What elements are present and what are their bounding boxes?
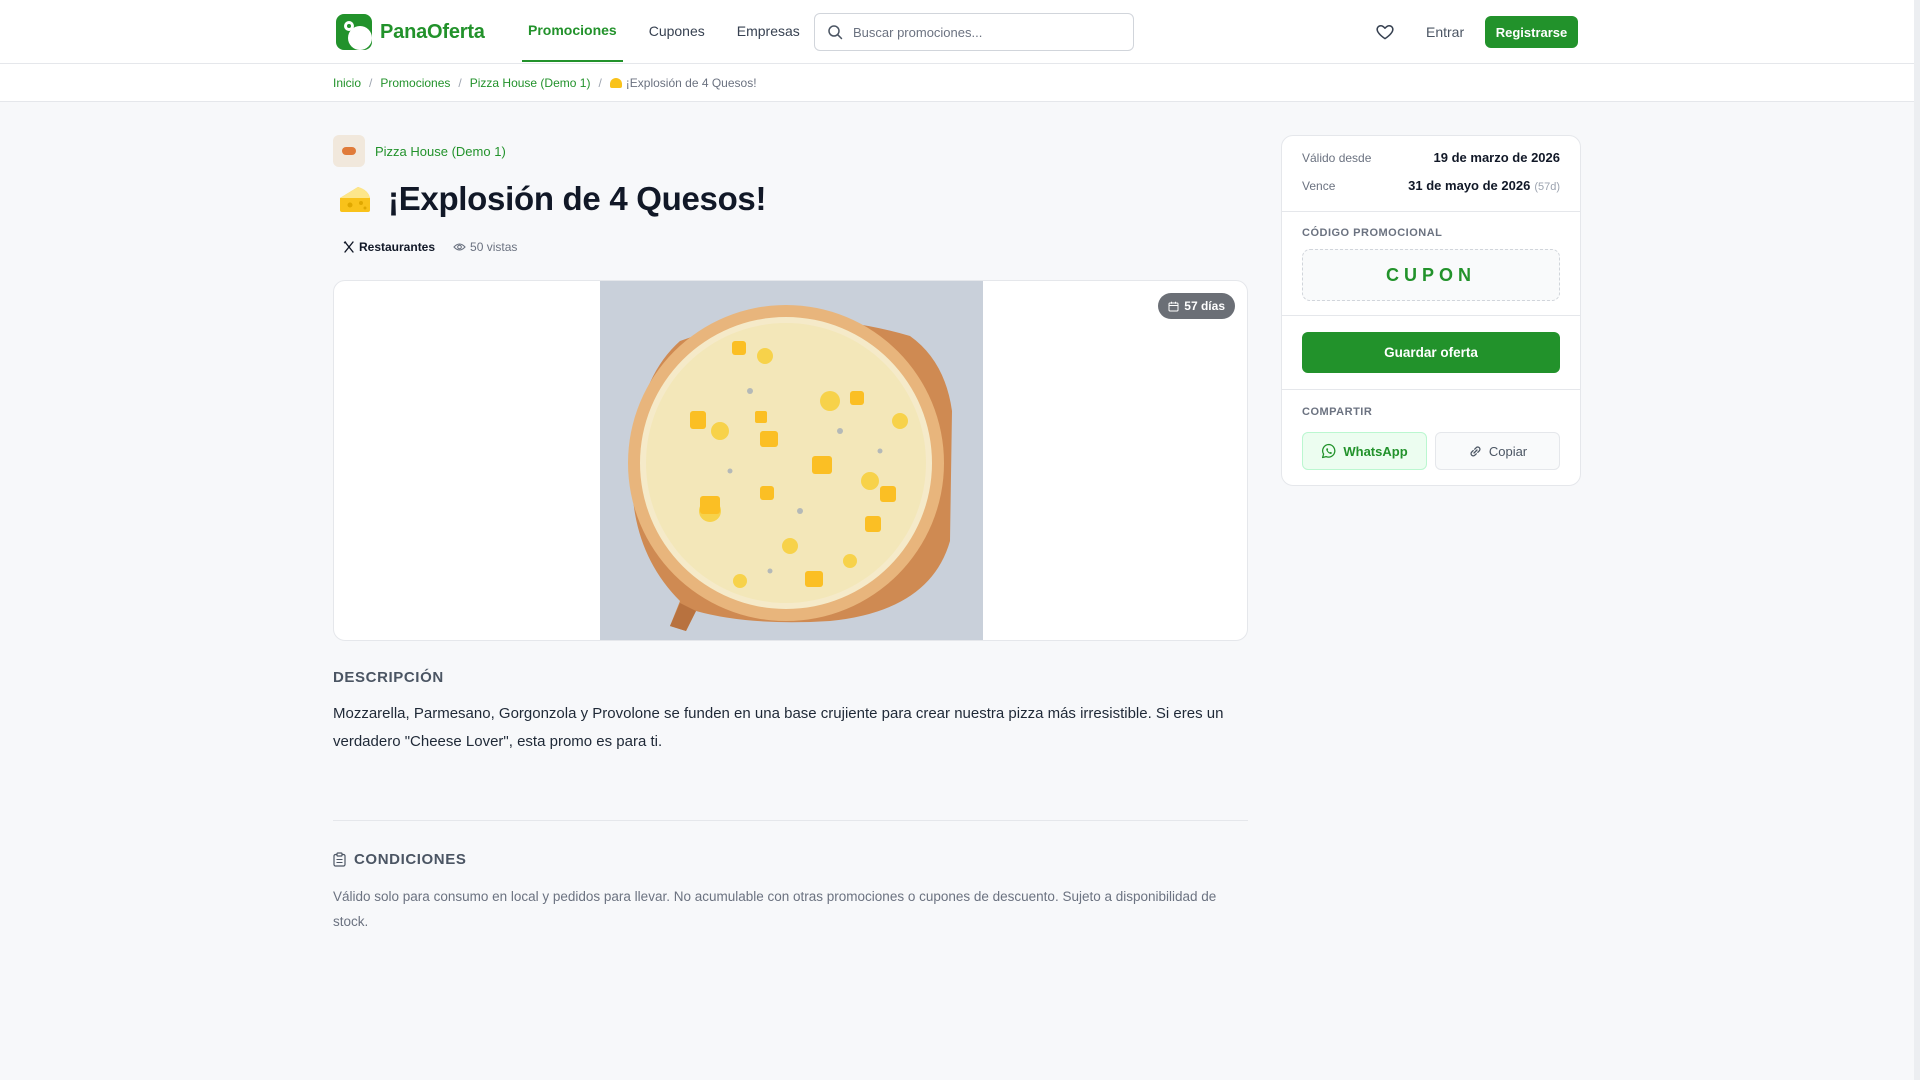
breadcrumb-promociones[interactable]: Promociones [380, 76, 450, 90]
link-icon [1470, 445, 1481, 456]
eye-icon [453, 243, 466, 251]
whatsapp-label: WhatsApp [1343, 443, 1408, 459]
top-navbar: PanaOferta Promociones Cupones Empresas … [0, 0, 1914, 64]
offer-meta: Restaurantes 50 vistas [343, 240, 517, 254]
whatsapp-icon [1322, 443, 1336, 459]
section-divider [333, 820, 1248, 821]
expires-date: 31 de mayo de 2026 [1408, 178, 1531, 193]
days-left-badge: 57 días [1158, 293, 1235, 319]
nav-cupones[interactable]: Cupones [643, 0, 711, 61]
calendar-icon [1168, 301, 1179, 311]
promo-code-heading: CÓDIGO PROMOCIONAL [1302, 227, 1443, 239]
description-text: Mozzarella, Parmesano, Gorgonzola y Prov… [333, 705, 1224, 750]
nav-empresas[interactable]: Empresas [731, 0, 806, 61]
conditions-text: Válido solo para consumo en local y pedi… [333, 889, 1217, 929]
breadcrumb-current-label: ¡Explosión de 4 Quesos! [625, 76, 757, 90]
description-heading: DESCRIPCIÓN [333, 669, 444, 686]
company-avatar [333, 135, 365, 167]
copy-link-button[interactable]: Copiar [1435, 432, 1560, 470]
sidebar-divider [1282, 389, 1580, 390]
breadcrumb-current: ¡Explosión de 4 Quesos! [609, 76, 757, 90]
conditions-heading: CONDICIONES [333, 851, 466, 868]
expires-row: Vence 31 de mayo de 2026 (57d) [1302, 178, 1560, 193]
search-box [814, 13, 1134, 51]
sidebar-divider [1282, 211, 1580, 212]
breadcrumb-company[interactable]: Pizza House (Demo 1) [470, 76, 591, 90]
register-button[interactable]: Registrarse [1485, 16, 1578, 48]
offer-title: ¡Explosión de 4 Quesos! [388, 180, 767, 217]
conditions-heading-label: CONDICIONES [354, 851, 467, 868]
promo-code-box[interactable]: CUPON [1302, 249, 1560, 301]
breadcrumb-separator: / [369, 76, 373, 90]
expires-label: Vence [1302, 178, 1336, 193]
search-icon [828, 25, 843, 40]
company-link[interactable]: Pizza House (Demo 1) [333, 135, 506, 167]
cheese-icon [340, 187, 370, 212]
breadcrumb-inicio[interactable]: Inicio [333, 76, 361, 90]
page-scrollbar[interactable] [1914, 0, 1920, 1080]
share-whatsapp-button[interactable]: WhatsApp [1302, 432, 1427, 470]
breadcrumb-bar: Inicio / Promociones / Pizza House (Demo… [0, 64, 1914, 102]
category-label: Restaurantes [359, 240, 436, 254]
share-heading: COMPARTIR [1302, 406, 1373, 418]
cheese-icon [609, 78, 622, 88]
valid-from-value: 19 de marzo de 2026 [1433, 150, 1560, 165]
offer-sidebar-card: Válido desde 19 de marzo de 2026 Vence 3… [1281, 135, 1581, 486]
save-offer-button[interactable]: Guardar oferta [1302, 332, 1560, 373]
valid-from-row: Válido desde 19 de marzo de 2026 [1302, 150, 1560, 165]
valid-from-label: Válido desde [1302, 150, 1372, 165]
views-count: 50 vistas [453, 240, 517, 254]
nav-promociones[interactable]: Promociones [522, 0, 623, 62]
breadcrumb-separator: / [458, 76, 462, 90]
views-label: 50 vistas [470, 240, 518, 254]
brand-logo[interactable]: PanaOferta [336, 14, 485, 50]
offer-image-card: 57 días [333, 280, 1248, 641]
expires-days: (57d) [1534, 181, 1560, 193]
main-nav: Promociones Cupones Empresas [522, 0, 826, 64]
logo-icon [336, 14, 372, 50]
brand-name: PanaOferta [380, 20, 485, 43]
breadcrumb-separator: / [598, 76, 602, 90]
offer-title-row: ¡Explosión de 4 Quesos! [338, 180, 766, 218]
favorites-heart-icon[interactable] [1375, 22, 1395, 42]
clipboard-icon [333, 852, 346, 867]
utensils-icon [343, 241, 354, 253]
days-left-label: 57 días [1184, 299, 1225, 313]
sidebar-divider [1282, 315, 1580, 316]
login-link[interactable]: Entrar [1426, 24, 1464, 40]
breadcrumb: Inicio / Promociones / Pizza House (Demo… [333, 76, 757, 90]
copy-label: Copiar [1488, 443, 1528, 459]
company-name: Pizza House (Demo 1) [375, 143, 506, 159]
category-tag[interactable]: Restaurantes [343, 240, 435, 254]
pizza-image[interactable] [600, 281, 983, 640]
search-input[interactable] [853, 24, 1113, 40]
expires-value: 31 de mayo de 2026 (57d) [1408, 178, 1560, 193]
